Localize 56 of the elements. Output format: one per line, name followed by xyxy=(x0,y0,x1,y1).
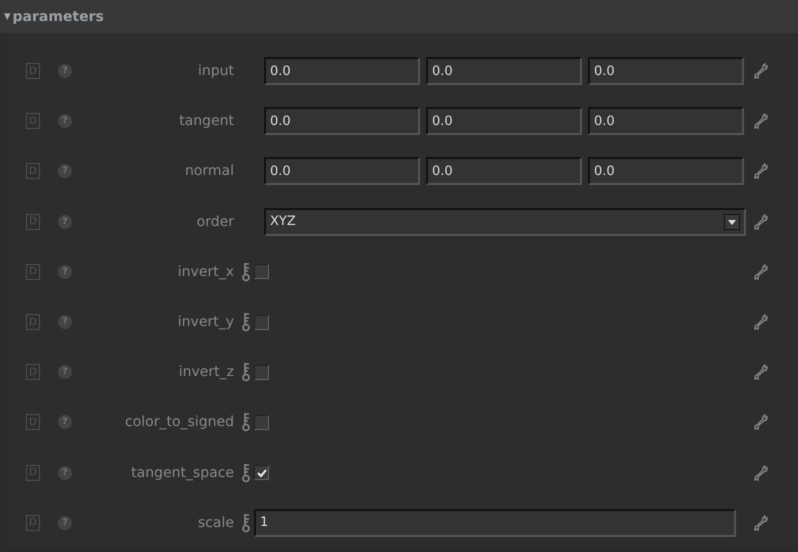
key-icon[interactable] xyxy=(242,362,252,382)
help-button[interactable]: ? xyxy=(58,466,72,480)
number-field[interactable]: 0.0 xyxy=(588,57,744,86)
help-button[interactable]: ? xyxy=(58,64,72,78)
parameter-label: tangent xyxy=(178,113,234,130)
parameter-label: order xyxy=(196,214,234,230)
checkbox[interactable] xyxy=(254,414,269,430)
key-icon[interactable] xyxy=(242,312,252,332)
wrench-icon[interactable] xyxy=(754,163,768,180)
parameter-label: normal xyxy=(184,163,234,180)
number-field[interactable]: 0.0 xyxy=(588,107,744,136)
wrench-icon[interactable] xyxy=(754,264,768,280)
dropdown-value: XYZ xyxy=(270,214,296,230)
wrench-icon[interactable] xyxy=(754,314,768,330)
checkbox[interactable] xyxy=(254,264,269,280)
help-button[interactable]: ? xyxy=(58,114,72,128)
number-field[interactable]: 0.0 xyxy=(588,157,744,186)
parameter-label: tangent_space xyxy=(130,464,234,481)
parameter-label: input xyxy=(196,63,234,80)
parameter-label: invert_x xyxy=(176,264,234,280)
help-button[interactable]: ? xyxy=(58,516,72,530)
help-button[interactable]: ? xyxy=(58,264,72,279)
section-header[interactable]: ▾parameters xyxy=(0,0,798,33)
wrench-icon[interactable] xyxy=(754,514,768,531)
checkbox[interactable] xyxy=(254,465,269,480)
section-title: parameters xyxy=(12,8,104,24)
number-field[interactable]: 0.0 xyxy=(426,57,582,86)
help-button[interactable]: ? xyxy=(58,214,72,229)
number-field[interactable]: 0.0 xyxy=(264,57,420,86)
key-icon[interactable] xyxy=(242,412,252,432)
collapse-arrow[interactable]: ▾ xyxy=(4,9,11,24)
parameter-label: color_to_signed xyxy=(124,414,234,430)
number-field[interactable]: 0.0 xyxy=(264,157,420,186)
wrench-icon[interactable] xyxy=(754,113,768,130)
checkbox[interactable] xyxy=(254,364,269,380)
wrench-icon[interactable] xyxy=(754,214,768,230)
key-icon[interactable] xyxy=(242,462,252,483)
checkbox[interactable] xyxy=(254,314,269,330)
key-icon[interactable] xyxy=(242,512,252,533)
help-button[interactable]: ? xyxy=(58,415,72,430)
parameter-label: scale xyxy=(196,514,234,531)
number-field[interactable]: 1 xyxy=(254,508,736,537)
wrench-icon[interactable] xyxy=(754,414,768,430)
key-icon[interactable] xyxy=(242,262,252,282)
number-field[interactable]: 0.0 xyxy=(426,107,582,136)
order-dropdown[interactable]: XYZ xyxy=(264,208,746,236)
help-button[interactable]: ? xyxy=(58,164,72,178)
number-field[interactable]: 0.0 xyxy=(426,157,582,186)
parameter-label: invert_y xyxy=(176,314,234,330)
help-button[interactable]: ? xyxy=(58,365,72,380)
wrench-icon[interactable] xyxy=(754,364,768,380)
parameter-label: invert_z xyxy=(178,364,234,380)
wrench-icon[interactable] xyxy=(754,63,768,80)
help-button[interactable]: ? xyxy=(58,315,72,330)
number-field[interactable]: 0.0 xyxy=(264,107,420,136)
wrench-icon[interactable] xyxy=(754,464,768,481)
